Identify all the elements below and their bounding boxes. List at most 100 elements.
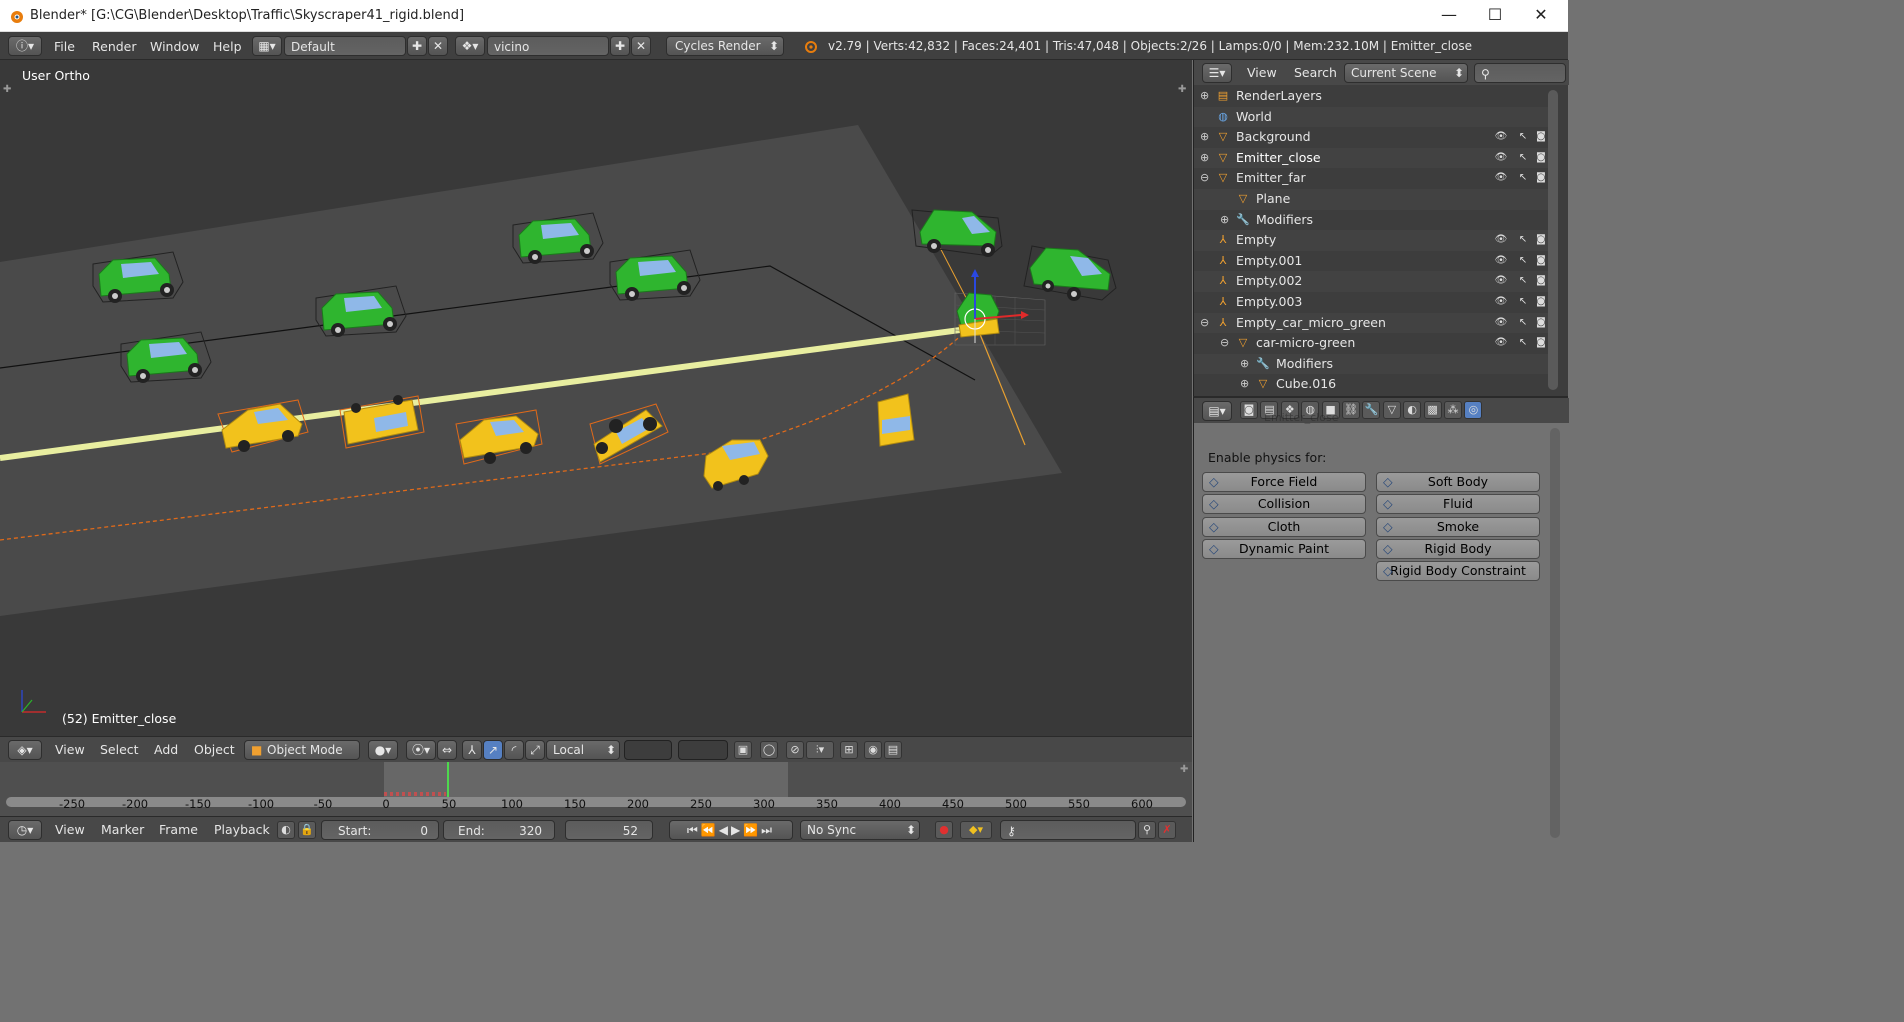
outliner-row-label[interactable]: Empty_car_micro_green: [1236, 313, 1386, 333]
add-layout-icon[interactable]: ✚: [407, 36, 427, 56]
texture-tab-icon[interactable]: ▩: [1423, 401, 1442, 419]
display-mode-select[interactable]: Current Scene ⬍: [1344, 63, 1468, 83]
green-car[interactable]: [1023, 245, 1117, 301]
outliner-row[interactable]: ▽ Plane: [1194, 189, 1549, 210]
expand-toggle-icon[interactable]: ⊕: [1220, 210, 1229, 230]
render-still-icon[interactable]: ◉: [864, 741, 882, 759]
camera-render-icon[interactable]: ◙: [1534, 130, 1548, 144]
outliner-row-label[interactable]: World: [1236, 107, 1272, 127]
cursor-select-icon[interactable]: ↖: [1516, 295, 1530, 309]
modifiers-tab-icon[interactable]: 🔧: [1362, 401, 1381, 419]
outliner-row[interactable]: ⅄ Empty.003 👁 ↖ ◙: [1194, 292, 1549, 313]
editor-type-properties-button[interactable]: ▤▾: [1202, 401, 1232, 421]
delete-keyframe-icon[interactable]: ✗: [1158, 821, 1176, 839]
delete-layout-icon[interactable]: ✕: [428, 36, 448, 56]
outliner-row-label[interactable]: Cube.016: [1276, 374, 1336, 394]
menu-playback[interactable]: Playback: [214, 822, 270, 837]
expand-toggle-icon[interactable]: ⊖: [1200, 168, 1209, 188]
render-animation-icon[interactable]: ▤: [884, 741, 902, 759]
camera-render-icon[interactable]: ◙: [1534, 274, 1548, 288]
cursor-select-icon[interactable]: ↖: [1516, 336, 1530, 350]
menu-view[interactable]: View: [1247, 65, 1277, 80]
close-window-button[interactable]: ✕: [1518, 0, 1564, 32]
menu-frame[interactable]: Frame: [159, 822, 198, 837]
outliner-row-label[interactable]: Background: [1236, 127, 1311, 147]
rotate-manipulator[interactable]: ◜: [504, 740, 524, 760]
lock-layers-icon[interactable]: ▣: [734, 741, 752, 759]
cursor-select-icon[interactable]: ↖: [1516, 151, 1530, 165]
add-scene-icon[interactable]: ✚: [610, 36, 630, 56]
outliner-row[interactable]: ⊖ ▽ car-micro-green 👁 ↖ ◙: [1194, 333, 1549, 354]
expand-toggle-icon[interactable]: ⊖: [1220, 333, 1229, 353]
timeline-expand-icon[interactable]: ✚: [1180, 764, 1188, 775]
expand-toggle-icon[interactable]: ⊕: [1200, 86, 1209, 106]
maximize-button[interactable]: ☐: [1472, 0, 1518, 32]
outliner-row[interactable]: ⊕ ▤ RenderLayers: [1194, 86, 1549, 107]
outliner-row[interactable]: ⅄ Empty.001 👁 ↖ ◙: [1194, 251, 1549, 272]
snap-target-icon[interactable]: ⊞: [840, 741, 858, 759]
outliner-row-label[interactable]: Empty.002: [1236, 271, 1302, 291]
scale-manipulator[interactable]: ⤢: [525, 740, 545, 760]
camera-render-icon[interactable]: ◙: [1534, 151, 1548, 165]
menu-search[interactable]: Search: [1294, 65, 1337, 80]
viewport-scene[interactable]: [0, 60, 1192, 736]
cursor-select-icon[interactable]: ↖: [1516, 171, 1530, 185]
outliner-row[interactable]: ◍ World: [1194, 106, 1549, 128]
cursor-select-icon[interactable]: ↖: [1516, 254, 1530, 268]
eye-icon[interactable]: 👁: [1494, 336, 1508, 350]
outliner-row-label[interactable]: Plane: [1256, 189, 1290, 209]
editor-type-outliner-button[interactable]: ☰▾: [1202, 63, 1232, 83]
editor-type-info-button[interactable]: ⓘ▾: [8, 36, 42, 56]
camera-render-icon[interactable]: ◙: [1534, 171, 1548, 185]
cloth-button[interactable]: ◇ Cloth: [1202, 516, 1366, 537]
outliner-row-label[interactable]: RenderLayers: [1236, 86, 1322, 106]
preview-range-icon[interactable]: ◐: [277, 821, 295, 839]
transform-orientation-select[interactable]: Local ⬍: [546, 740, 620, 760]
outliner-row-label[interactable]: Emitter_far: [1236, 168, 1306, 188]
insert-keyframe-icon[interactable]: ⚲: [1138, 821, 1156, 839]
scene-field[interactable]: vicino: [487, 36, 609, 56]
outliner-row[interactable]: ⊕ 🔧 Modifiers: [1194, 210, 1549, 231]
fluid-button[interactable]: ◇ Fluid: [1376, 494, 1540, 515]
outliner-row-label[interactable]: Modifiers: [1276, 354, 1333, 374]
end-frame-field[interactable]: End: 320: [443, 820, 555, 840]
outliner-row[interactable]: ⊕ ▽ Background 👁 ↖ ◙: [1194, 127, 1549, 148]
properties-shelf-toggle-icon[interactable]: ✚: [1178, 84, 1186, 95]
cursor-select-icon[interactable]: ↖: [1516, 274, 1530, 288]
dynamic-paint-button[interactable]: ◇ Dynamic Paint: [1202, 538, 1366, 559]
editor-type-3d-button[interactable]: ◈▾: [8, 740, 42, 760]
rigid-body-constraint-button[interactable]: ◇ Rigid Body Constraint: [1376, 561, 1540, 582]
manipulator-toggle[interactable]: ⅄: [462, 740, 482, 760]
eye-icon[interactable]: 👁: [1494, 316, 1508, 330]
outliner[interactable]: ☰▾ View Search Current Scene ⬍ ⚲ ⊕ ▤ Render…: [1193, 60, 1569, 396]
rigid-body-button[interactable]: ◇ Rigid Body: [1376, 538, 1540, 559]
outliner-row[interactable]: ⊕ ▽ Cube.016: [1194, 374, 1549, 395]
eye-icon[interactable]: 👁: [1494, 274, 1508, 288]
camera-render-icon[interactable]: ◙: [1534, 316, 1548, 330]
menu-marker[interactable]: Marker: [101, 822, 144, 837]
outliner-scrollbar[interactable]: [1548, 90, 1558, 390]
outliner-tree[interactable]: ⊕ ▤ RenderLayers ◍ World ⊕ ▽ Background 👁 ↖ ◙ ⊕ ▽ Emi…: [1194, 86, 1569, 396]
proportional-edit-icon[interactable]: ◯: [760, 741, 778, 759]
outliner-row[interactable]: ⊕ 🔧 Modifiers: [1194, 353, 1549, 375]
current-frame-line[interactable]: [447, 762, 449, 798]
outliner-row[interactable]: ⊖ ▽ Emitter_far 👁 ↖ ◙: [1194, 168, 1549, 189]
menu-help[interactable]: Help: [213, 39, 242, 54]
camera-render-icon[interactable]: ◙: [1534, 295, 1548, 309]
force-field-button[interactable]: ◇ Force Field: [1202, 472, 1366, 492]
expand-toggle-icon[interactable]: ⊕: [1240, 354, 1249, 374]
screen-layout-icon[interactable]: ▦▾: [252, 36, 282, 56]
menu-select[interactable]: Select: [100, 742, 139, 757]
eye-icon[interactable]: 👁: [1494, 130, 1508, 144]
camera-render-icon[interactable]: ◙: [1534, 254, 1548, 268]
yellow-car-upright[interactable]: [877, 393, 915, 447]
timeline-area[interactable]: ✚ -250 -200 -150 -100 -50 0 50 100 150 200 250 300 3…: [0, 762, 1192, 816]
camera-render-icon[interactable]: ◙: [1534, 233, 1548, 247]
expand-toggle-icon[interactable]: ⊖: [1200, 313, 1209, 333]
outliner-row[interactable]: ⅄ Empty.002 👁 ↖ ◙: [1194, 271, 1549, 292]
particles-tab-icon[interactable]: ⁂: [1444, 401, 1462, 419]
outliner-row-label[interactable]: Empty: [1236, 230, 1276, 250]
outliner-row-label[interactable]: Empty.001: [1236, 251, 1302, 271]
active-keying-set-field[interactable]: ⚷: [1000, 820, 1136, 840]
editor-type-timeline-button[interactable]: ◷▾: [8, 820, 42, 840]
